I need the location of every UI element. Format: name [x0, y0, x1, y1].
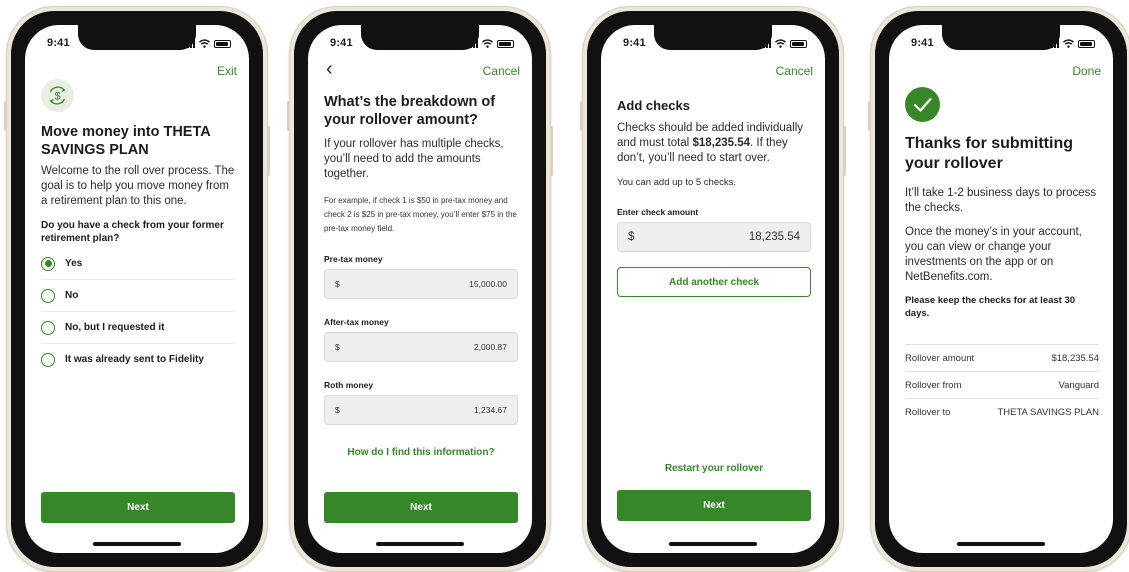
status-time: 9:41 [623, 37, 646, 49]
svg-text:$: $ [54, 91, 60, 103]
radio-icon[interactable] [41, 288, 55, 303]
intro-text: Welcome to the roll over process. The go… [41, 165, 235, 207]
currency-symbol: $ [335, 405, 340, 415]
battery-icon [790, 40, 807, 48]
pre-tax-group: Pre-tax money $ 15,000.00 [324, 254, 518, 299]
cancel-link[interactable]: Cancel [483, 64, 520, 78]
home-indicator [957, 542, 1045, 546]
notch [361, 25, 479, 50]
phone-frame-4: 9:41 Done Thanks for submitting your rol… [868, 6, 1129, 572]
status-time: 9:41 [911, 37, 934, 49]
page-title: Move money into THETA SAVINGS PLAN [41, 124, 211, 158]
summary-row: Rollover to THETA SAVINGS PLAN [905, 399, 1099, 425]
next-button[interactable]: Next [324, 492, 518, 523]
screen-breakdown: 9:41 ‹ Cancel What’s the breakdown of yo… [308, 25, 532, 553]
phone-frame-2: 9:41 ‹ Cancel What’s the breakdown of yo… [287, 6, 553, 572]
battery-icon [214, 40, 231, 48]
restart-rollover-link[interactable]: Restart your rollover [617, 463, 811, 474]
wifi-icon [775, 39, 786, 48]
field-value: 15,000.00 [469, 279, 507, 289]
done-link[interactable]: Done [1072, 64, 1101, 78]
home-indicator [93, 542, 181, 546]
next-button[interactable]: Next [617, 490, 811, 521]
field-value: 1,234.67 [473, 405, 507, 415]
notch [654, 25, 772, 50]
example-text: For example, if check 1 is $50 in pre-ta… [324, 196, 517, 233]
page-title: What’s the breakdown of your rollover am… [324, 94, 496, 128]
page-title: Thanks for submitting your rollover [905, 135, 1073, 172]
currency-symbol: $ [628, 231, 635, 243]
radio-label: No, but I requested it [65, 322, 165, 333]
home-indicator [669, 542, 757, 546]
processing-text: It’ll take 1-2 business days to process … [905, 187, 1097, 214]
summary-row: Rollover from Vanguard [905, 372, 1099, 399]
intro-text: If your rollover has multiple checks, yo… [324, 138, 504, 180]
currency-symbol: $ [335, 342, 340, 352]
battery-icon [497, 40, 514, 48]
radio-option-sent[interactable]: It was already sent to Fidelity [41, 344, 235, 375]
summary-value: Vanguard [1058, 379, 1100, 391]
wifi-icon [199, 39, 210, 48]
radio-option-requested[interactable]: No, but I requested it [41, 312, 235, 344]
summary-value: THETA SAVINGS PLAN [997, 406, 1099, 418]
phone-frame-1: 9:41 Exit $ Move money into THETA SAVING… [4, 6, 270, 572]
radio-icon[interactable] [41, 352, 55, 367]
intro-text: Checks should be added individually and … [617, 121, 811, 166]
question-text: Do you have a check from your former ret… [41, 220, 224, 244]
summary-label: Rollover from [905, 379, 962, 391]
roth-group: Roth money $ 1,234.67 [324, 380, 518, 425]
radio-icon[interactable] [41, 320, 55, 335]
radio-group: Yes No No, but I requested it It was alr… [41, 248, 235, 375]
required-total: $18,235.54 [692, 137, 750, 149]
radio-selected-icon[interactable] [41, 256, 55, 271]
radio-label: It was already sent to Fidelity [65, 354, 204, 365]
investments-text: Once the money’s in your account, you ca… [905, 226, 1082, 283]
field-label: Pre-tax money [324, 254, 383, 264]
status-time: 9:41 [330, 37, 353, 49]
radio-option-no[interactable]: No [41, 280, 235, 312]
keep-checks-note: Please keep the checks for at least 30 d… [905, 295, 1076, 319]
field-label: After-tax money [324, 317, 389, 327]
status-time: 9:41 [47, 37, 70, 49]
roth-input[interactable]: $ 1,234.67 [324, 395, 518, 425]
field-label: Enter check amount [617, 207, 699, 217]
help-link[interactable]: How do I find this information? [324, 447, 518, 458]
battery-icon [1078, 40, 1095, 48]
add-another-check-button[interactable]: Add another check [617, 267, 811, 297]
summary-table: Rollover amount $18,235.54 Rollover from… [905, 344, 1099, 425]
cancel-link[interactable]: Cancel [776, 64, 813, 78]
after-tax-group: After-tax money $ 2,000.87 [324, 317, 518, 362]
dollar-cycle-icon: $ [41, 79, 74, 112]
check-amount-input[interactable]: $ 18,235.54 [617, 222, 811, 252]
screen-add-checks: 9:41 Cancel Add checks Checks should be … [601, 25, 825, 553]
field-value: 18,235.54 [748, 231, 800, 243]
page-title: Add checks [617, 98, 690, 113]
pre-tax-input[interactable]: $ 15,000.00 [324, 269, 518, 299]
field-value: 2,000.87 [473, 342, 507, 352]
radio-label: Yes [65, 258, 83, 269]
notch [78, 25, 196, 50]
notch [942, 25, 1060, 50]
chevron-left-icon[interactable]: ‹ [326, 59, 333, 79]
summary-row: Rollover amount $18,235.54 [905, 345, 1099, 372]
limit-note: You can add up to 5 checks. [617, 177, 737, 188]
screen-confirmation: 9:41 Done Thanks for submitting your rol… [889, 25, 1113, 553]
field-label: Roth money [324, 380, 374, 390]
summary-label: Rollover amount [905, 352, 975, 364]
next-button[interactable]: Next [41, 492, 235, 523]
wifi-icon [482, 39, 493, 48]
radio-option-yes[interactable]: Yes [41, 248, 235, 280]
wifi-icon [1063, 39, 1074, 48]
checkmark-circle-icon [905, 87, 940, 122]
currency-symbol: $ [335, 279, 340, 289]
home-indicator [376, 542, 464, 546]
exit-link[interactable]: Exit [217, 64, 237, 78]
summary-value: $18,235.54 [1051, 352, 1099, 364]
screen-intro: 9:41 Exit $ Move money into THETA SAVING… [25, 25, 249, 553]
after-tax-input[interactable]: $ 2,000.87 [324, 332, 518, 362]
summary-label: Rollover to [905, 406, 951, 418]
phone-frame-3: 9:41 Cancel Add checks Checks should be … [580, 6, 846, 572]
radio-label: No [65, 290, 79, 301]
